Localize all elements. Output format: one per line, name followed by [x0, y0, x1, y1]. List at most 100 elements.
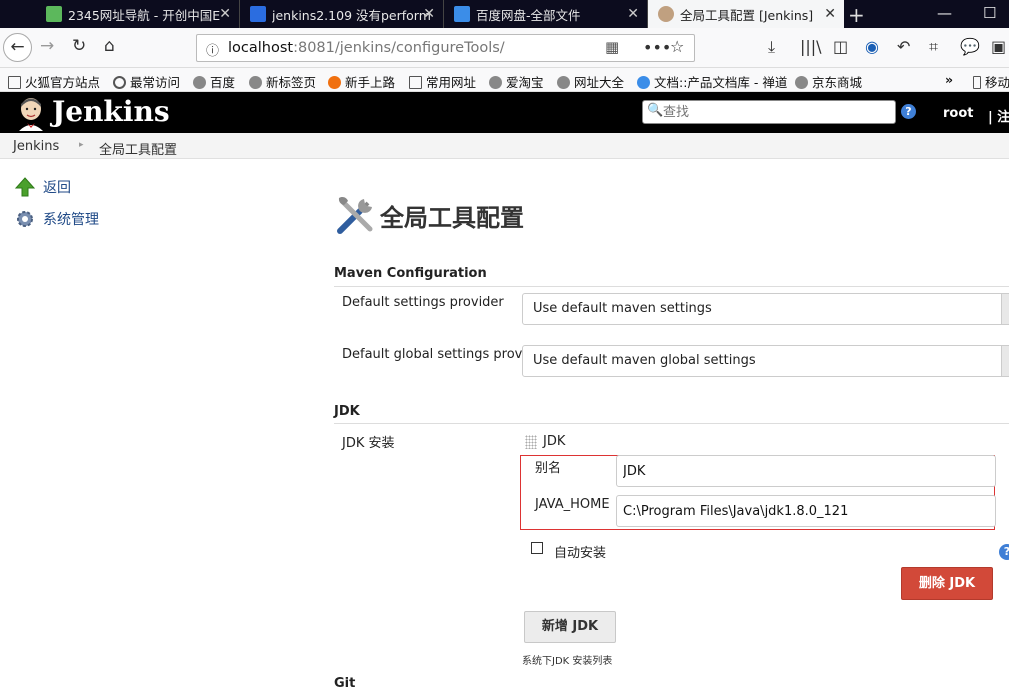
up-arrow-icon: [14, 177, 36, 197]
folder-icon: [409, 76, 422, 89]
crop-icon[interactable]: ⌗: [929, 37, 938, 57]
java-home-label: JAVA_HOME: [535, 497, 610, 512]
auto-install-label: 自动安装: [554, 546, 607, 561]
chat-icon[interactable]: 💬: [960, 37, 980, 56]
sidebar-item-manage[interactable]: 系统管理: [14, 208, 99, 230]
global-settings-provider-select[interactable]: Use default maven global settings: [522, 345, 1009, 377]
bookmark-item[interactable]: 常用网址: [409, 72, 476, 91]
gear-icon: [113, 76, 126, 89]
jenkins-brand[interactable]: Jenkins: [52, 95, 170, 128]
delete-jdk-button[interactable]: 删除 JDK: [901, 567, 993, 600]
globe-icon: [557, 76, 570, 89]
search-box: 🔍: [642, 100, 896, 124]
chevron-down-icon[interactable]: [1001, 346, 1009, 376]
globe-icon: [795, 76, 808, 89]
settings-provider-select[interactable]: Use default maven settings: [522, 293, 1009, 325]
help-icon[interactable]: ?: [901, 104, 916, 119]
baidu-paw-icon: [250, 6, 266, 22]
close-icon[interactable]: ✕: [219, 6, 231, 22]
breadcrumb-current[interactable]: 全局工具配置: [99, 139, 177, 158]
alias-input[interactable]: [616, 455, 996, 487]
close-icon[interactable]: ✕: [824, 6, 836, 22]
close-icon[interactable]: ✕: [627, 6, 639, 22]
browser-nav-bar: ← → ↻ ⌂ ⓘ localhost:8081/jenkins/configu…: [0, 28, 1009, 68]
bookmark-item[interactable]: 百度: [193, 72, 235, 91]
bookmark-item[interactable]: 京东商城: [795, 72, 862, 91]
chrome-icon: [637, 76, 650, 89]
home-icon: [46, 6, 62, 22]
back-button[interactable]: ←: [3, 33, 32, 62]
java-home-input[interactable]: [616, 495, 996, 527]
bookmark-item[interactable]: 移动: [973, 72, 1009, 91]
bookmark-item[interactable]: 最常访问: [113, 72, 180, 91]
tools-icon: [337, 196, 373, 234]
url-text[interactable]: localhost:8081/jenkins/configureTools/: [228, 40, 505, 56]
jenkins-header: Jenkins 🔍 ? root | 注: [0, 92, 1009, 133]
tab-label: 全局工具配置 [Jenkins]: [680, 7, 814, 23]
section-divider: [334, 286, 1009, 287]
section-divider: [334, 423, 1009, 424]
bookmark-item[interactable]: 新手上路: [328, 72, 395, 91]
select-value: Use default maven settings: [533, 301, 712, 316]
undo-icon[interactable]: ↶: [897, 37, 910, 56]
browser-tab-3[interactable]: 百度网盘-全部文件 ✕: [444, 0, 648, 28]
library-icon[interactable]: |||\: [800, 37, 822, 56]
bookmark-item[interactable]: 网址大全: [557, 72, 624, 91]
mobile-icon: [973, 76, 981, 89]
more-icon[interactable]: •••: [643, 38, 671, 57]
browser-tab-1[interactable]: 2345网址导航 - 开创中国E ✕: [36, 0, 240, 28]
info-icon[interactable]: ⓘ: [206, 40, 219, 59]
search-icon: 🔍: [647, 103, 664, 118]
sidebar-icon[interactable]: ◫: [833, 37, 848, 56]
select-value: Use default maven global settings: [533, 353, 756, 368]
jdk-item-title: JDK: [543, 434, 566, 449]
folder-icon: [8, 76, 21, 89]
chevron-down-icon[interactable]: [1001, 294, 1009, 324]
jdk-hint-text: 系统下JDK 安装列表: [522, 656, 613, 667]
bookmark-item[interactable]: 爱淘宝: [489, 72, 544, 91]
jenkins-butler-icon[interactable]: [13, 95, 49, 131]
globe-icon: [489, 76, 502, 89]
download-icon[interactable]: ⤓: [768, 37, 775, 57]
qr-code-icon[interactable]: ▦: [605, 38, 619, 56]
git-section-heading: Git: [334, 676, 356, 691]
star-icon[interactable]: ☆: [670, 37, 684, 56]
jdk-install-label: JDK 安装: [342, 436, 395, 451]
jdk-section-heading: JDK: [334, 404, 360, 419]
browser-tab-4[interactable]: 全局工具配置 [Jenkins] ✕: [648, 0, 844, 28]
reload-button[interactable]: ↻: [72, 36, 86, 56]
bookmarks-bar: 火狐官方站点 最常访问 百度 新标签页 新手上路 常用网址 爱淘宝 网址大全 文…: [0, 68, 1009, 92]
user-link[interactable]: root: [943, 106, 974, 121]
close-icon[interactable]: ✕: [423, 6, 435, 22]
globe-icon: [249, 76, 262, 89]
chevron-right-icon[interactable]: ▸: [79, 140, 84, 150]
logout-link[interactable]: | 注: [988, 106, 1009, 125]
bookmark-item[interactable]: 新标签页: [249, 72, 316, 91]
alias-label: 别名: [535, 461, 562, 476]
sidebar-item-back[interactable]: 返回: [14, 176, 71, 198]
help-icon[interactable]: ?: [999, 544, 1009, 560]
forward-button[interactable]: →: [40, 36, 54, 56]
home-button[interactable]: ⌂: [104, 36, 115, 56]
jenkins-butler-icon: [658, 6, 674, 22]
search-input[interactable]: [663, 103, 891, 121]
add-jdk-button[interactable]: 新增 JDK: [524, 611, 616, 643]
shield-icon[interactable]: ◉: [865, 37, 879, 56]
settings-provider-label: Default settings provider: [342, 295, 504, 310]
url-bar[interactable]: ⓘ localhost:8081/jenkins/configureTools/…: [196, 34, 695, 62]
new-tab-button[interactable]: +: [848, 3, 865, 27]
clipboard-icon[interactable]: ▣: [991, 37, 1006, 56]
globe-icon: [193, 76, 206, 89]
breadcrumb: Jenkins ▸ 全局工具配置: [0, 133, 1009, 159]
auto-install-checkbox[interactable]: [531, 542, 543, 554]
browser-tab-2[interactable]: jenkins2.109 没有perform ✕: [240, 0, 444, 28]
bookmarks-overflow-icon[interactable]: »: [945, 72, 953, 87]
drag-handle-icon[interactable]: [525, 434, 537, 449]
page-title: 全局工具配置: [334, 193, 524, 237]
minimize-button[interactable]: —: [937, 4, 952, 22]
bookmark-item[interactable]: 火狐官方站点: [8, 72, 100, 91]
browser-tab-bar: 2345网址导航 - 开创中国E ✕ jenkins2.109 没有perfor…: [0, 0, 1009, 28]
breadcrumb-home[interactable]: Jenkins: [13, 139, 59, 154]
maximize-button[interactable]: ☐: [983, 4, 996, 22]
bookmark-item[interactable]: 文档::产品文档库 - 禅道: [637, 72, 787, 91]
